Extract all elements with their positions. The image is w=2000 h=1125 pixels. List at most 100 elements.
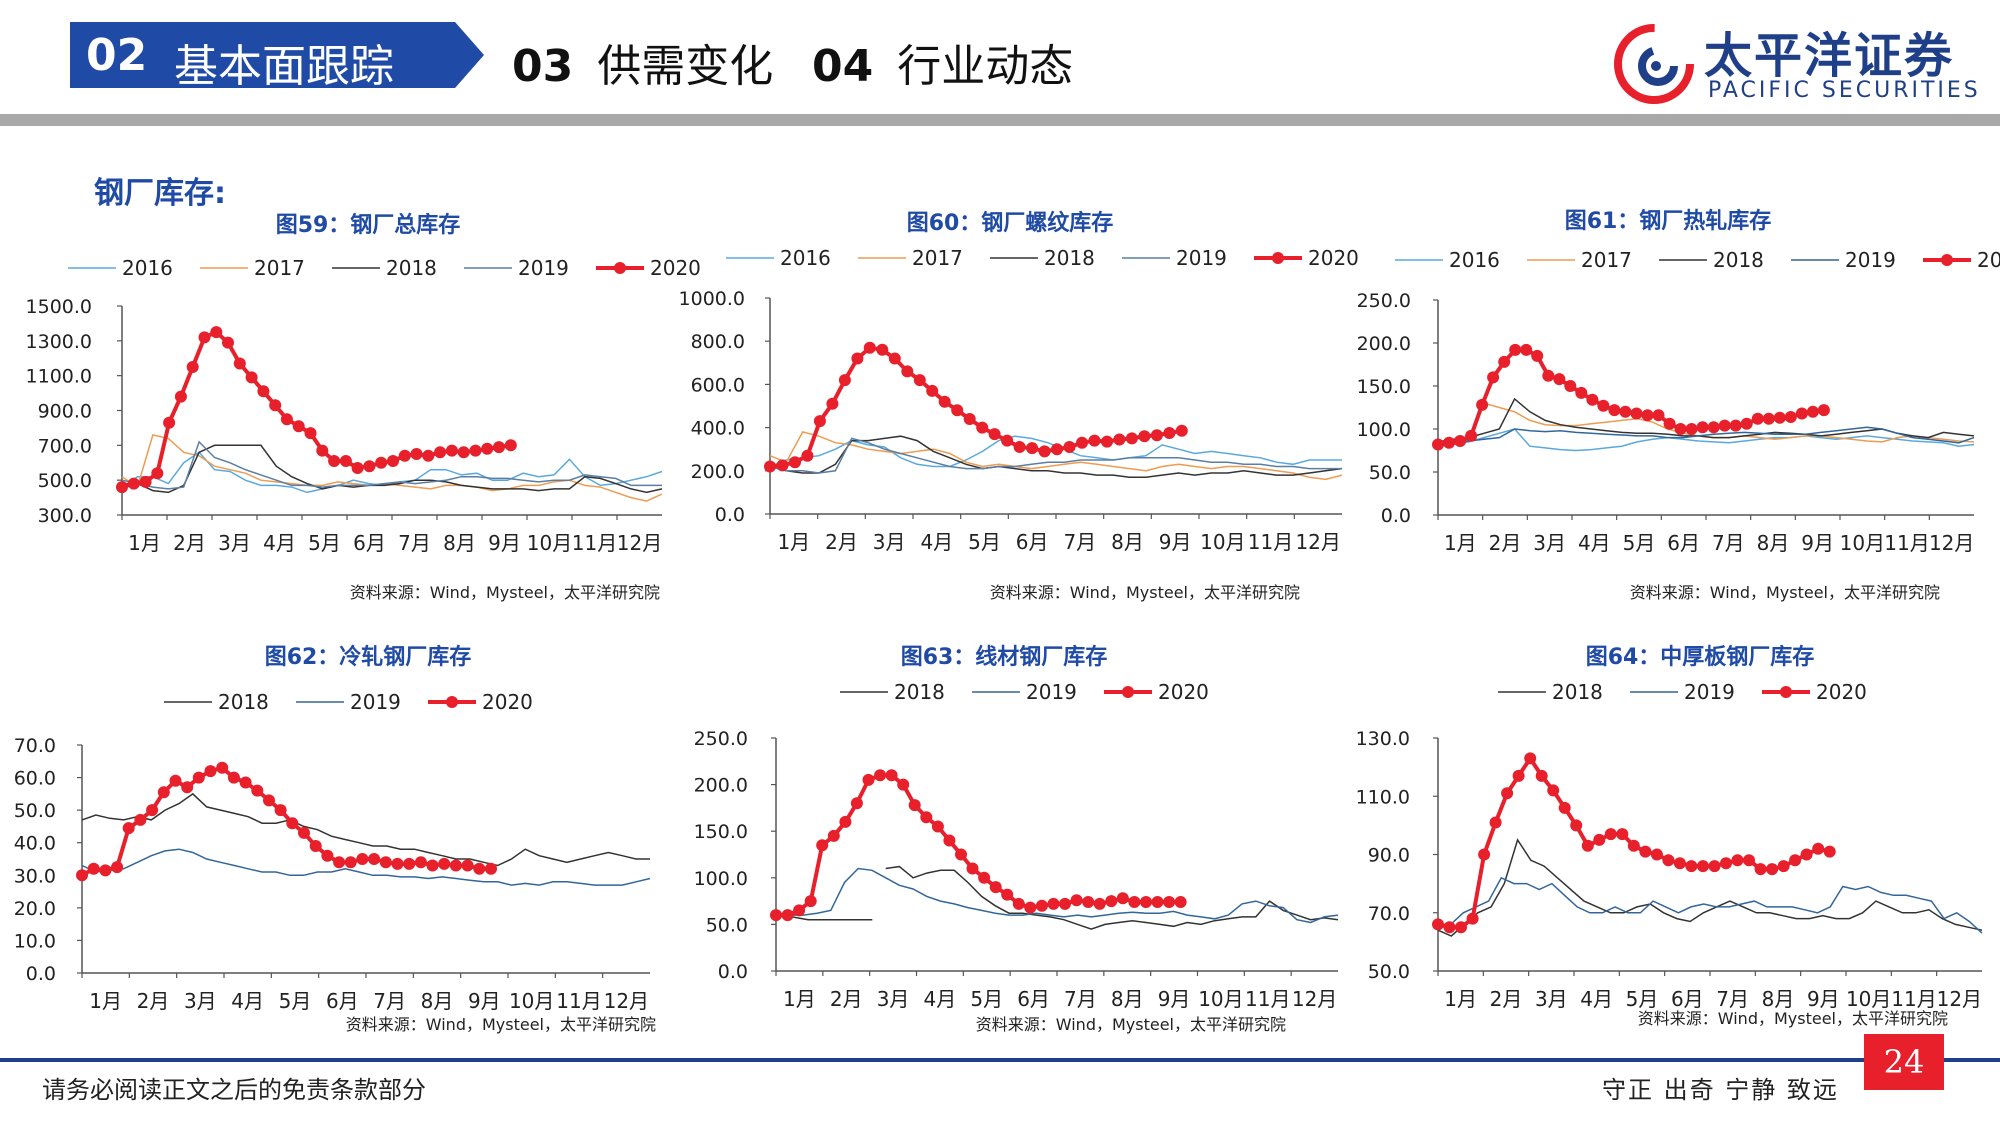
chart-source: 资料来源：Wind，Mysteel，太平洋研究院 [990,583,1300,602]
x-tick-label: 9月 [1158,987,1191,1011]
data-point-2020 [1512,769,1525,782]
legend-item: 2018 [164,690,269,714]
legend-label: 2018 [218,690,269,714]
x-tick-label: 12月 [1937,987,1982,1011]
data-point-2020 [1501,787,1514,800]
legend-label: 2020 [1816,680,1867,704]
data-point-2020 [1817,404,1830,417]
data-point-2020 [438,857,451,870]
x-tick-label: 12月 [1929,531,1974,555]
data-point-2020 [1163,427,1176,439]
data-point-2020 [134,813,147,826]
data-point-2020 [1432,438,1444,451]
y-tick-label: 20.0 [14,898,56,920]
data-point-2020 [1639,845,1652,858]
legend-item: 2020 [1923,248,2000,272]
chart-60: 图60：钢厂螺纹库存 2016 2017 2018 2019 2020 1000.0 800.… [679,210,1359,602]
legend-item: 2018 [332,256,437,280]
x-tick-label: 8月 [421,989,454,1013]
data-point-2020 [1823,845,1836,858]
x-tick-label: 10月 [509,989,554,1013]
x-tick-label: 9月 [468,989,501,1013]
x-tick-label: 1月 [1444,531,1477,555]
data-point-2020 [1718,419,1731,432]
legend-label: 2017 [912,246,963,270]
y-tick-label: 90.0 [1368,845,1410,867]
data-point-2020 [316,444,329,457]
data-point-2020 [816,839,829,852]
data-point-2020 [1547,784,1560,797]
x-tick-label: 9月 [1159,530,1192,554]
data-point-2020 [793,904,806,917]
data-point-2020 [504,439,517,452]
data-point-2020 [298,826,310,839]
data-point-2020 [269,399,282,412]
data-point-2020 [328,455,341,467]
legend-item: 2020 [428,690,533,714]
data-point-2020 [1685,423,1698,435]
data-point-2020 [422,449,435,462]
x-tick-label: 12月 [1292,987,1337,1011]
data-point-2020 [1026,442,1039,455]
data-point-2020 [897,778,910,791]
chart-source: 资料来源：Wind，Mysteel，太平洋研究院 [350,583,660,602]
data-point-2020 [139,475,152,488]
data-point-2020 [804,895,817,908]
legend-label: 2020 [650,256,701,280]
legend-marker [1780,686,1792,698]
x-tick-label: 3月 [877,987,910,1011]
y-tick-label: 1500.0 [26,296,92,318]
y-tick-label: 200.0 [1357,333,1411,355]
data-point-2020 [1082,896,1095,908]
data-point-2020 [457,446,470,459]
x-tick-label: 6月 [1016,530,1049,554]
data-point-2020 [1174,896,1187,908]
x-tick-label: 1月 [128,531,161,555]
data-point-2020 [955,848,967,861]
x-tick-label: 11月 [556,989,601,1013]
data-point-2020 [151,467,164,480]
y-tick-label: 250.0 [1357,290,1411,312]
data-point-2020 [414,856,427,869]
x-tick-label: 5月 [968,530,1001,554]
data-point-2020 [1696,421,1709,434]
data-point-2020 [1001,888,1014,901]
data-point-2020 [379,856,392,869]
data-point-2020 [1128,896,1141,908]
y-tick-label: 50.0 [1368,961,1410,983]
data-point-2020 [989,881,1002,894]
data-point-2020 [1088,434,1101,447]
x-tick-label: 1月 [777,530,810,554]
data-point-2020 [1465,429,1478,442]
data-point-2020 [885,769,898,782]
data-point-2020 [274,804,287,817]
x-tick-label: 4月 [231,989,264,1013]
chart-title: 图60：钢厂螺纹库存 [907,210,1114,236]
data-point-2020 [1652,409,1665,422]
legend-label: 2020 [482,690,533,714]
legend-label: 2016 [1449,248,1500,272]
data-point-2020 [434,446,447,459]
data-point-2020 [1720,857,1732,870]
data-point-2020 [1047,897,1060,910]
data-point-2020 [127,477,140,490]
data-point-2020 [876,343,889,356]
y-tick-label: 1300.0 [26,331,92,353]
y-tick-label: 130.0 [1356,728,1410,750]
series-line-2019 [1438,876,1983,934]
legend-label: 2019 [1684,680,1735,704]
data-point-2020 [1795,407,1808,420]
data-point-2020 [1766,863,1779,876]
footer-divider [0,1058,2000,1062]
x-tick-label: 8月 [443,531,476,555]
data-point-2020 [1478,848,1491,861]
y-tick-label: 800.0 [691,331,745,353]
data-point-2020 [1443,921,1456,934]
data-point-2020 [1627,839,1640,852]
y-tick-label: 100.0 [1357,419,1411,441]
data-point-2020 [1697,860,1709,873]
legend-item: 2020 [596,256,701,280]
y-tick-label: 150.0 [1357,376,1411,398]
data-point-2020 [801,449,814,462]
data-point-2020 [1743,854,1755,867]
